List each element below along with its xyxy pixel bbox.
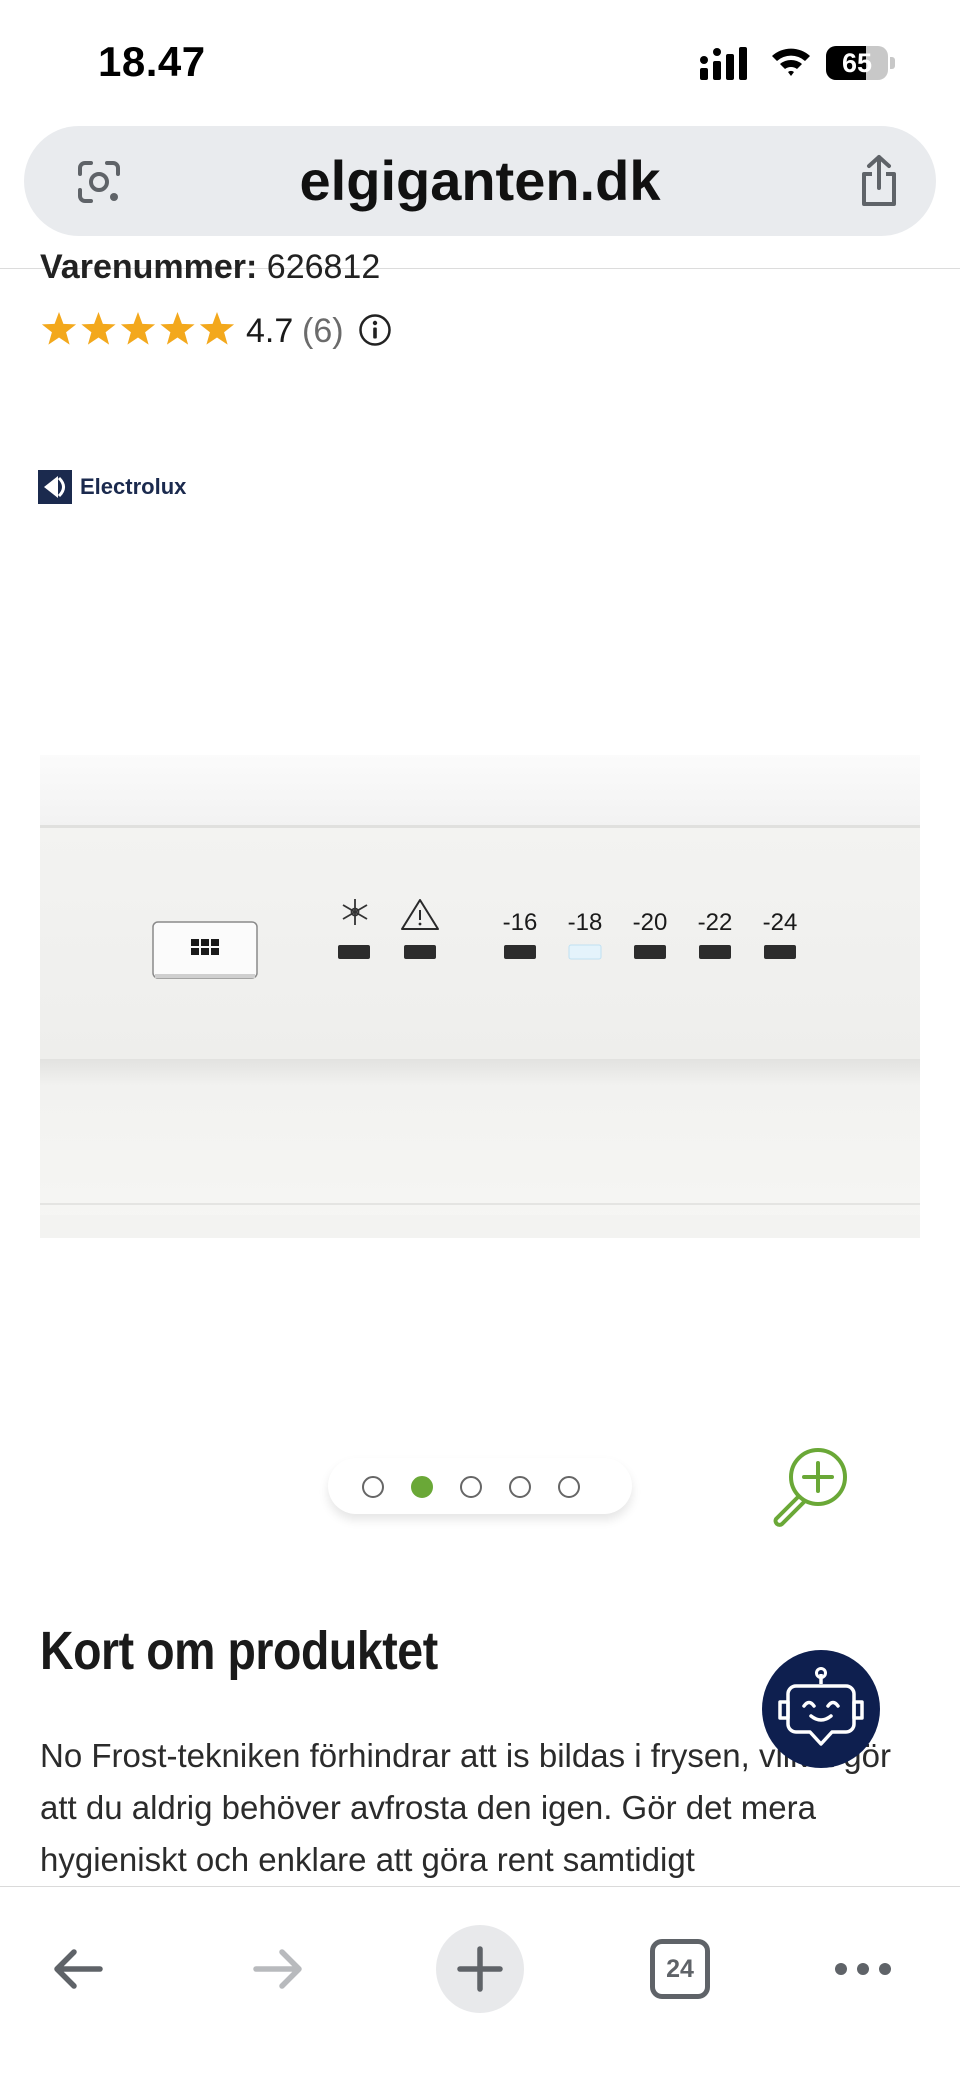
status-bar: 18.47 65	[0, 0, 960, 120]
back-arrow-icon[interactable]	[48, 1939, 108, 1999]
rating-count[interactable]: (6)	[302, 312, 344, 351]
temperature-led-active	[568, 944, 602, 960]
sku-line: Varenummer: 626812	[40, 248, 380, 288]
carousel-dot[interactable]	[558, 1476, 580, 1498]
sku-value: 626812	[266, 248, 381, 286]
new-tab-plus-icon	[457, 1946, 503, 1992]
battery-icon: 65	[826, 46, 896, 80]
temperature-label: -16	[503, 909, 538, 936]
electrolux-logo-icon	[38, 470, 72, 504]
temperature-led	[764, 945, 796, 959]
temperature-led	[634, 945, 666, 959]
temperature-led	[504, 945, 536, 959]
status-time: 18.47	[98, 38, 206, 85]
carousel-dots[interactable]	[328, 1458, 632, 1514]
zoom-in-icon[interactable]	[768, 1442, 856, 1528]
new-tab-button[interactable]	[436, 1925, 524, 2013]
info-icon[interactable]	[358, 313, 392, 347]
tabs-icon[interactable]: 24	[650, 1939, 710, 1999]
temperature-label: -22	[698, 909, 733, 936]
product-image[interactable]: -16 -18 -20 -22 -24	[40, 755, 920, 1238]
section-title: Kort om produktet	[40, 1621, 438, 1681]
temperature-led	[699, 945, 731, 959]
product-meta: Varenummer: 626812 4.7 (6)	[40, 248, 920, 358]
star-icon	[120, 312, 156, 345]
temperature-label: -24	[763, 909, 798, 936]
battery-level: 65	[841, 48, 873, 78]
star-icon	[199, 312, 235, 345]
star-icon	[81, 312, 116, 345]
chat-bot-button[interactable]	[762, 1650, 880, 1768]
rating-stars	[41, 312, 235, 345]
share-icon[interactable]	[856, 154, 902, 208]
address-bar[interactable]: elgiganten.dk	[24, 126, 936, 236]
more-icon[interactable]	[832, 1957, 894, 1981]
chat-bot-icon	[778, 1667, 864, 1746]
sku-label: Varenummer:	[40, 248, 258, 286]
star-icon	[160, 312, 195, 345]
carousel-dot[interactable]	[362, 1476, 384, 1498]
forward-arrow-icon[interactable]	[248, 1939, 308, 1999]
browser-toolbar: 24	[0, 1886, 960, 2078]
temperature-label: -20	[633, 909, 668, 936]
carousel-dot[interactable]	[460, 1476, 482, 1498]
cellular-signal-icon	[700, 47, 747, 80]
rating-value: 4.7	[246, 312, 294, 350]
brand-name: Electrolux	[80, 474, 187, 499]
carousel-dot[interactable]	[509, 1476, 531, 1498]
url-text[interactable]: elgiganten.dk	[24, 126, 936, 236]
temperature-label: -18	[568, 909, 603, 936]
carousel-dot[interactable]	[411, 1476, 433, 1498]
wifi-icon	[772, 48, 810, 76]
menu-button	[152, 921, 258, 979]
tab-count: 24	[666, 1955, 694, 1983]
star-icon	[41, 312, 77, 345]
